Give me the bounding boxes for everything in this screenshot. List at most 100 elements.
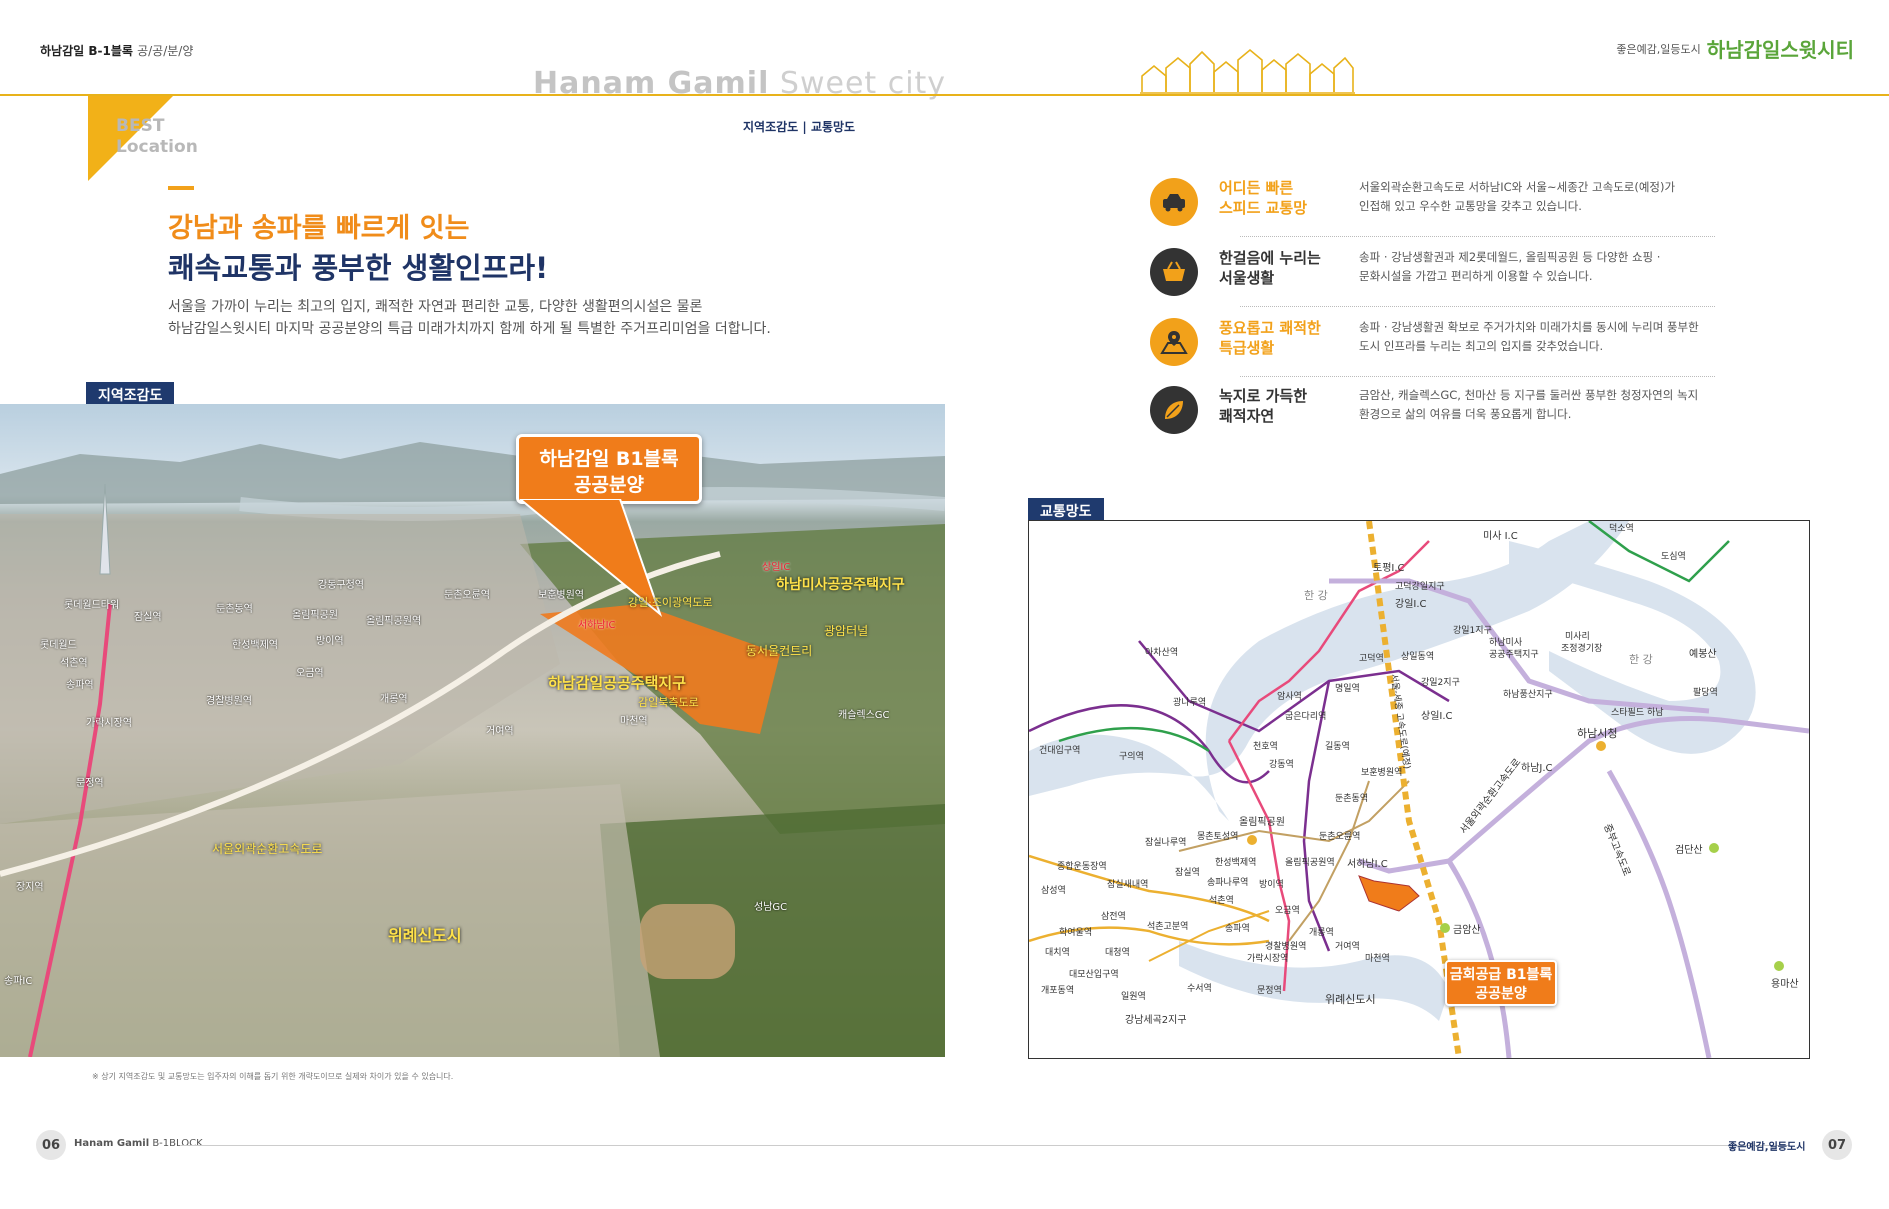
- traffic-label-daemosan: 대모산입구역: [1069, 970, 1119, 980]
- traffic-label-geumamsan: 금암산: [1453, 925, 1481, 936]
- traffic-label-seokchon: 석촌역: [1209, 896, 1234, 906]
- traffic-label-sangil-ic: 상일I.C: [1421, 711, 1453, 722]
- feature-desc-line2: 환경으로 삶의 여유를 더욱 풍요롭게 합니다.: [1359, 407, 1572, 421]
- traffic-label-bangi: 방이역: [1259, 880, 1284, 890]
- traffic-label-hanseong: 한성백제역: [1215, 858, 1257, 868]
- feature-title: 풍요롭고 쾌적한 특급생활: [1219, 318, 1357, 358]
- car-icon: [1150, 178, 1198, 226]
- traffic-label-seohanam-ic: 서하남I.C: [1347, 859, 1388, 870]
- aerial-label-dunchon: 둔촌동역: [216, 604, 253, 615]
- traffic-label-songpa: 송파역: [1225, 924, 1250, 934]
- header-type: 공/공/분/양: [137, 44, 194, 58]
- feature-desc-line1: 송파 · 강남생활권 확보로 주거가치와 미래가치를 동시에 누리며 풍부한: [1359, 320, 1699, 334]
- traffic-label-sangil-stn: 상일동역: [1401, 652, 1435, 662]
- feature-title-line1: 어디든 빠른: [1219, 179, 1294, 197]
- traffic-label-daechi: 대치역: [1045, 948, 1070, 958]
- aerial-callout-line1: 하남감일 B1블록: [539, 448, 679, 470]
- traffic-label-hangang: 한 강: [1304, 589, 1328, 602]
- aerial-map-drawing: [0, 442, 945, 1057]
- brand-name: 하남감일스윗시티: [1706, 38, 1854, 62]
- footer-left-light: B-1BLOCK: [152, 1138, 203, 1149]
- feature-title-line2: 특급생활: [1219, 339, 1275, 357]
- feature-title: 한걸음에 누리는 서울생활: [1219, 248, 1357, 288]
- traffic-label-myeongil: 명일역: [1335, 684, 1360, 694]
- feature-title-line1: 녹지로 가득한: [1219, 387, 1308, 405]
- traffic-label-jamsil: 잠실역: [1175, 868, 1200, 878]
- aerial-label-bangi: 방이역: [316, 636, 344, 647]
- traffic-label-suseo: 수서역: [1187, 984, 1212, 994]
- aerial-label-jamsil: 잠실역: [134, 612, 162, 623]
- description-line2: 하남감일스윗시티 마지막 공공분양의 특급 미래가치까지 함께 하게 될 특별한…: [168, 321, 771, 337]
- traffic-label-konkuk: 건대입구역: [1039, 746, 1081, 756]
- traffic-label-hanam-misa2: 공공주택지구: [1489, 650, 1539, 660]
- headline-line1: 강남과 송파를 빠르게 잇는: [168, 213, 470, 244]
- feature-divider: [1240, 376, 1715, 377]
- footer-left-text: Hanam Gamil B-1BLOCK: [74, 1138, 203, 1149]
- feature-desc-line2: 도시 인프라를 누리는 최고의 입지를 갖추었습니다.: [1359, 339, 1604, 353]
- basket-icon: [1150, 248, 1198, 296]
- aerial-label-songpa-ic: 송파IC: [4, 976, 33, 987]
- traffic-label-olympic: 올림픽공원: [1239, 817, 1285, 828]
- traffic-label-wirye: 위례신도시: [1325, 993, 1376, 1006]
- brand-logo: 좋은예감,일등도시 하남감일스윗시티: [1616, 34, 1854, 63]
- feature-title-line1: 풍요롭고 쾌적한: [1219, 319, 1321, 337]
- page-number-left: 06: [36, 1130, 66, 1160]
- aerial-label-gaerong: 개롱역: [380, 694, 408, 705]
- feature-description: 서울외곽순환고속도로 서하남IC와 서울~세종간 고속도로(예정)가 인접해 있…: [1359, 178, 1719, 216]
- aerial-label-songpa: 송파역: [66, 680, 94, 691]
- traffic-label-yongmasan: 용마산: [1771, 979, 1799, 990]
- badge-line1: BEST: [116, 116, 165, 136]
- brand-slogan: 좋은예감,일등도시: [1616, 42, 1701, 56]
- traffic-label-ogeum: 오금역: [1275, 906, 1300, 916]
- feature-desc-line1: 서울외곽순환고속도로 서하남IC와 서울~세종간 고속도로(예정)가: [1359, 180, 1676, 194]
- feature-item: 녹지로 가득한 쾌적자연 금암산, 캐슬렉스GC, 천마산 등 지구를 둘러싼 …: [1150, 386, 1720, 434]
- aerial-label-gangdonggu: 강동구청역: [318, 580, 364, 591]
- aerial-label-dong-seoul: 동서울컨트리: [746, 644, 813, 658]
- traffic-label-tobyeong-ic: 토평I.C: [1373, 563, 1405, 574]
- aerial-label-munjeong: 문정역: [76, 778, 104, 789]
- traffic-label-jamsilnaru: 잠실나루역: [1145, 838, 1187, 848]
- feature-desc-line2: 인접해 있고 우수한 교통망을 갖추고 있습니다.: [1359, 199, 1582, 213]
- traffic-label-olympic-stn: 올림픽공원역: [1285, 858, 1335, 868]
- aerial-callout-line2: 공공분양: [574, 474, 644, 496]
- city-skyline-illustration: [1140, 48, 1355, 94]
- header-divider: [0, 94, 1889, 96]
- traffic-label-samseong: 삼성역: [1041, 886, 1066, 896]
- traffic-label-gangdong: 강동역: [1269, 760, 1294, 770]
- feature-divider: [1240, 236, 1715, 237]
- aerial-label-gwangam: 광암터널: [824, 624, 869, 638]
- header-left: 하남감일 B-1블록 공/공/분/양: [40, 42, 193, 59]
- traffic-label-amsa: 암사역: [1277, 692, 1302, 702]
- feature-title-line2: 스피드 교통망: [1219, 199, 1308, 217]
- aerial-label-dunchon-oryun: 둔촌오륜역: [444, 590, 490, 601]
- traffic-label-daecheong: 대청역: [1105, 948, 1130, 958]
- traffic-label-gangil2: 강일2지구: [1421, 678, 1460, 688]
- traffic-label-dunchon-stn: 둔촌동역: [1335, 794, 1369, 804]
- feature-desc-line1: 송파 · 강남생활권과 제2롯데월드, 올림픽공원 등 다양한 쇼핑 ·: [1359, 250, 1661, 264]
- traffic-label-gwangnaru: 광나루역: [1173, 698, 1207, 708]
- traffic-callout-line1: 금회공급 B1블록: [1449, 967, 1553, 983]
- badge-line2: Location: [116, 137, 198, 157]
- traffic-label-macheon: 마천역: [1365, 954, 1390, 964]
- aerial-label-hanseong: 한성백제역: [232, 640, 278, 651]
- traffic-label-samjeon: 삼전역: [1101, 912, 1126, 922]
- feature-title-line1: 한걸음에 누리는: [1219, 249, 1321, 267]
- feature-desc-line1: 금암산, 캐슬렉스GC, 천마산 등 지구를 둘러싼 풍부한 청정자연의 녹지: [1359, 388, 1699, 402]
- headline-line2: 쾌속교통과 풍부한 생활인프라!: [168, 251, 549, 285]
- aerial-label-bohun: 보훈병원역: [538, 590, 584, 601]
- traffic-label-gaepo: 개포동역: [1041, 986, 1075, 996]
- footer-divider: [180, 1145, 1790, 1146]
- feature-item: 한걸음에 누리는 서울생활 송파 · 강남생활권과 제2롯데월드, 올림픽공원 …: [1150, 248, 1720, 296]
- traffic-label-hangang2: 한 강: [1629, 653, 1653, 666]
- traffic-label-gangnam-segok: 강남세곡2지구: [1125, 1015, 1187, 1026]
- feature-desc-line2: 문화시설을 가깝고 편리하게 이용할 수 있습니다.: [1359, 269, 1593, 283]
- aerial-label-wirye: 위례신도시: [388, 926, 462, 945]
- aerial-label-lotteworld: 롯데월드: [40, 640, 77, 651]
- traffic-label-starfield: 스타필드 하남: [1611, 708, 1664, 718]
- traffic-callout-line2: 공공분양: [1475, 986, 1527, 1002]
- disclaimer-note: ※ 상기 지역조감도 및 교통망도는 입주자의 이해를 돕기 위한 개략도이므로…: [92, 1072, 454, 1081]
- aerial-callout: 하남감일 B1블록 공공분양: [516, 434, 702, 504]
- best-location-text: BEST Location: [116, 116, 198, 158]
- description-line1: 서울을 가까이 누리는 최고의 입지, 쾌적한 자연과 편리한 교통, 다양한 …: [168, 299, 703, 315]
- feature-title: 녹지로 가득한 쾌적자연: [1219, 386, 1357, 426]
